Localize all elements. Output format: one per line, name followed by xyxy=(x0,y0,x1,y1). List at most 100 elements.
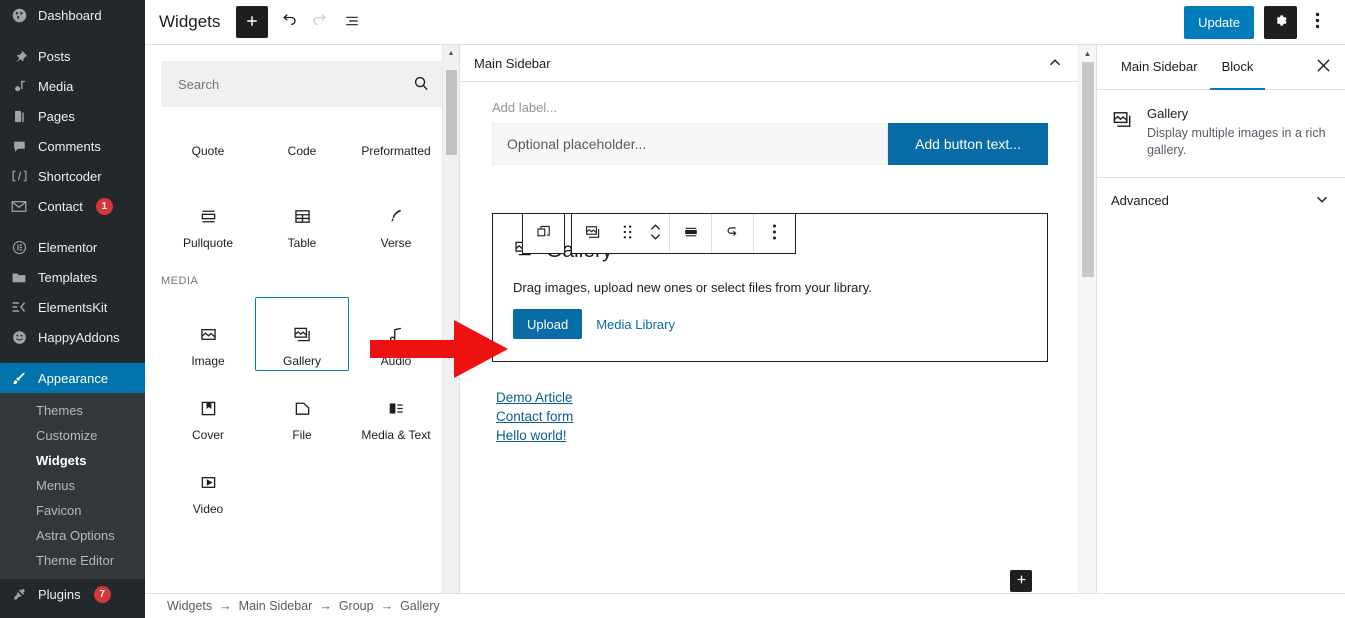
canvas-scrollbar[interactable]: ▲ ▼ xyxy=(1078,45,1096,618)
scroll-up-arrow-icon[interactable]: ▲ xyxy=(443,45,459,62)
happyaddons-icon xyxy=(9,330,29,345)
redo-button[interactable] xyxy=(304,6,336,38)
select-parent-block-button[interactable] xyxy=(523,214,564,253)
sidebar-item-comments[interactable]: Comments xyxy=(0,131,145,161)
breadcrumb-item[interactable]: Widgets xyxy=(167,599,212,613)
undo-button[interactable] xyxy=(272,6,304,38)
submenu-item-astra-options[interactable]: Astra Options xyxy=(0,523,145,548)
scroll-up-arrow-icon[interactable]: ▲ xyxy=(1079,45,1096,62)
sidebar-item-label: Media xyxy=(38,79,73,94)
search-block-button[interactable]: Add button text... xyxy=(888,123,1048,165)
video-icon xyxy=(198,470,219,494)
align-button[interactable] xyxy=(670,214,711,253)
search-block[interactable]: Add label... Add button text... xyxy=(492,100,1048,165)
sidebar-item-plugins[interactable]: Plugins 7 xyxy=(0,579,145,609)
block-type-button[interactable] xyxy=(572,214,613,253)
sidebar-item-media[interactable]: Media xyxy=(0,71,145,101)
sidebar-item-label: Shortcoder xyxy=(38,169,102,184)
append-block-button[interactable] xyxy=(1010,570,1032,592)
block-item-label: Audio xyxy=(381,354,412,368)
sidebar-item-contact[interactable]: Contact 1 xyxy=(0,191,145,221)
update-button[interactable]: Update xyxy=(1184,6,1254,39)
plus-icon xyxy=(244,13,260,32)
sidebar-item-elementor[interactable]: Elementor xyxy=(0,232,145,262)
sidebar-item-happyaddons[interactable]: HappyAddons xyxy=(0,322,145,352)
settings-button[interactable] xyxy=(1264,6,1297,39)
block-options-button[interactable] xyxy=(754,214,795,253)
block-item-media-text[interactable]: Media & Text xyxy=(349,371,443,445)
submenu-item-widgets[interactable]: Widgets xyxy=(0,448,145,473)
editor-body: Quote Code Preformatted xyxy=(145,45,1345,618)
sidebar-item-shortcoder[interactable]: Shortcoder xyxy=(0,161,145,191)
sidebar-item-appearance[interactable]: Appearance xyxy=(0,363,145,393)
submenu-item-customize[interactable]: Customize xyxy=(0,423,145,448)
list-view-button[interactable] xyxy=(336,6,368,38)
block-item-file[interactable]: File xyxy=(255,371,349,445)
upload-button[interactable]: Upload xyxy=(513,309,582,339)
verse-icon xyxy=(386,204,407,228)
more-options-button[interactable] xyxy=(1301,6,1333,39)
sidebar-item-pages[interactable]: Pages xyxy=(0,101,145,131)
menu-separator xyxy=(0,221,145,232)
breadcrumb-separator: → xyxy=(219,599,232,613)
sidebar-item-elementskit[interactable]: ElementsKit xyxy=(0,292,145,322)
plug-icon xyxy=(9,587,29,602)
sidebar-item-posts[interactable]: Posts xyxy=(0,41,145,71)
block-item-table[interactable]: Table xyxy=(255,179,349,253)
block-item-gallery[interactable]: Gallery xyxy=(255,297,349,371)
breadcrumb-item[interactable]: Group xyxy=(339,599,374,613)
scrollbar-thumb[interactable] xyxy=(446,70,457,155)
search-block-input[interactable] xyxy=(492,123,888,165)
table-icon xyxy=(292,204,313,228)
transform-button[interactable] xyxy=(712,214,753,253)
link-item[interactable]: Contact form xyxy=(496,408,1048,426)
scrollbar-thumb[interactable] xyxy=(1082,62,1094,277)
block-item-video[interactable]: Video xyxy=(161,445,255,519)
block-item-code[interactable]: Code xyxy=(255,107,349,161)
block-item-preformatted[interactable]: Preformatted xyxy=(349,107,443,161)
submenu-item-themes[interactable]: Themes xyxy=(0,398,145,423)
advanced-panel-toggle[interactable]: Advanced xyxy=(1097,178,1345,224)
link-item[interactable]: Demo Article xyxy=(496,389,1048,407)
block-item-quote[interactable]: Quote xyxy=(161,107,255,161)
search-block-row: Add button text... xyxy=(492,123,1048,165)
link-item[interactable]: Hello world! xyxy=(496,427,1048,445)
block-item-audio[interactable]: Audio xyxy=(349,297,443,371)
tab-main-sidebar[interactable]: Main Sidebar xyxy=(1109,45,1210,90)
submenu-item-theme-editor[interactable]: Theme Editor xyxy=(0,548,145,573)
sidebar-item-templates[interactable]: Templates xyxy=(0,262,145,292)
sidebar-item-label: Posts xyxy=(38,49,71,64)
chevron-up-icon[interactable] xyxy=(1046,54,1064,72)
block-item-label: Media & Text xyxy=(361,428,430,442)
inserter-scrollbar[interactable]: ▲ ▼ xyxy=(442,45,459,618)
block-item-verse[interactable]: Verse xyxy=(349,179,443,253)
search-block-label[interactable]: Add label... xyxy=(492,100,1048,115)
block-inserter-panel: Quote Code Preformatted xyxy=(145,45,460,618)
sidebar-item-dashboard[interactable]: Dashboard xyxy=(0,0,145,30)
block-item-label: Code xyxy=(288,144,317,158)
move-block-button[interactable] xyxy=(641,214,669,253)
sidebar-item-label: Comments xyxy=(38,139,101,154)
media-library-button[interactable]: Media Library xyxy=(596,317,675,332)
drag-handle-button[interactable] xyxy=(613,214,641,253)
breadcrumb-separator: → xyxy=(381,599,394,613)
sidebar-item-label: Templates xyxy=(38,270,97,285)
breadcrumb-item[interactable]: Gallery xyxy=(400,599,440,613)
breadcrumb-item[interactable]: Main Sidebar xyxy=(239,599,313,613)
block-item-cover[interactable]: Cover xyxy=(161,371,255,445)
submenu-item-favicon[interactable]: Favicon xyxy=(0,498,145,523)
widget-area-header[interactable]: Main Sidebar xyxy=(460,45,1078,82)
block-info-text: Gallery Display multiple images in a ric… xyxy=(1147,106,1329,159)
appearance-submenu: Themes Customize Widgets Menus Favicon A… xyxy=(0,393,145,579)
close-settings-button[interactable] xyxy=(1305,45,1341,89)
block-item-image[interactable]: Image xyxy=(161,297,255,371)
tab-block[interactable]: Block xyxy=(1210,45,1266,90)
block-item-label: Verse xyxy=(381,236,412,250)
add-block-button[interactable] xyxy=(236,6,268,38)
drag-dots-icon xyxy=(623,224,632,243)
submenu-item-menus[interactable]: Menus xyxy=(0,473,145,498)
block-item-label: Table xyxy=(288,236,317,250)
search-input[interactable] xyxy=(161,61,443,107)
block-item-pullquote[interactable]: Pullquote xyxy=(161,179,255,253)
widgets-editor-screen: Dashboard Posts Media Pages Commen xyxy=(0,0,1345,618)
